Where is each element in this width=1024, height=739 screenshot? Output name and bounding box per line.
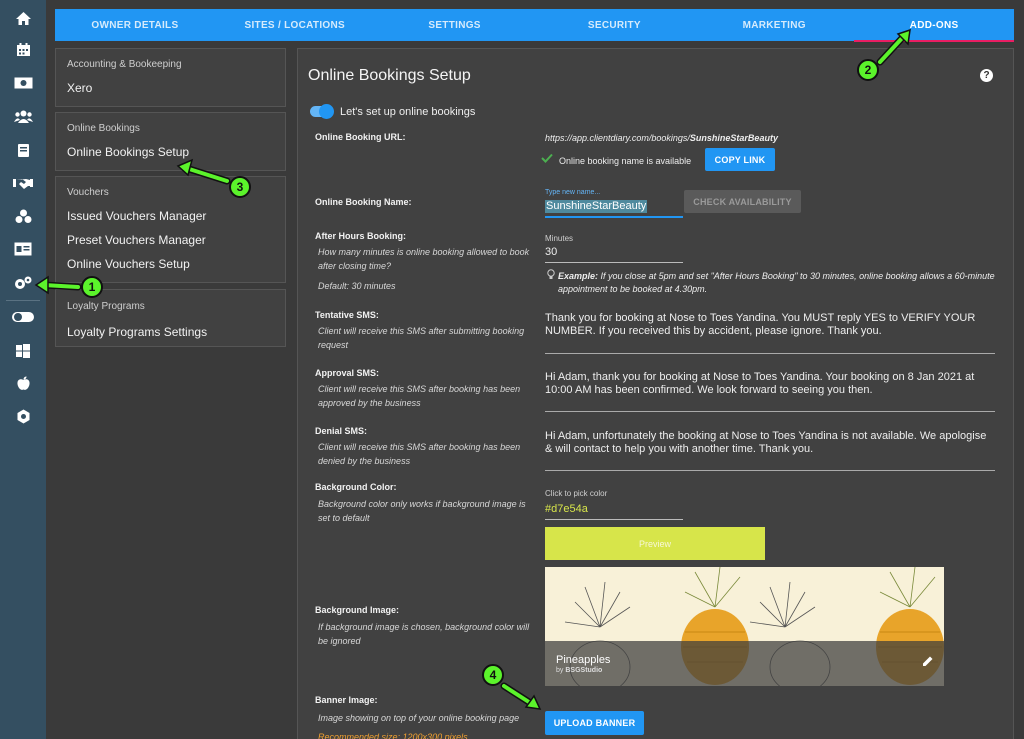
after-hours-label: After Hours Booking:: [315, 231, 406, 241]
tab-owner-details[interactable]: OWNER DETAILS: [55, 9, 215, 41]
online-bookings-toggle[interactable]: [310, 104, 334, 119]
boxes-icon[interactable]: [0, 201, 46, 231]
background-image-thumbnail[interactable]: Pineapples by BSGStudio: [545, 567, 944, 686]
booking-name-placeholder: Type new name...: [545, 189, 601, 196]
online-bookings-header: Online Bookings: [67, 123, 140, 134]
calendar-icon[interactable]: [0, 34, 46, 64]
color-underline: [545, 519, 683, 520]
tab-security[interactable]: SECURITY: [534, 9, 694, 41]
windows-icon[interactable]: [0, 336, 46, 366]
annotation-marker-3: 3: [229, 176, 251, 198]
accounting-header: Accounting & Bookeeping: [67, 59, 182, 70]
top-tab-bar: OWNER DETAILS SITES / LOCATIONS SETTINGS…: [55, 9, 1014, 42]
after-hours-description: How many minutes is online booking allow…: [318, 247, 530, 271]
toggle-icon[interactable]: [0, 302, 46, 332]
banner-recommended-size: Recommended size: 1200x300 pixels: [318, 732, 468, 739]
sidebar-item-preset-vouchers[interactable]: Preset Vouchers Manager: [56, 228, 285, 252]
tentative-sms-underline: [545, 353, 995, 354]
image-caption: Pineapples by BSGStudio: [545, 641, 944, 686]
background-color-description: Background color only works if backgroun…: [318, 499, 526, 523]
copy-link-button[interactable]: COPY LINK: [705, 148, 775, 171]
image-author: BSGStudio: [565, 667, 603, 674]
upload-banner-button[interactable]: UPLOAD BANNER: [545, 711, 644, 735]
approval-sms-description: Client will receive this SMS after booki…: [318, 384, 521, 408]
denial-sms-input[interactable]: Hi Adam, unfortunately the booking at No…: [545, 430, 995, 456]
approval-sms-underline: [545, 411, 995, 412]
sidebar-item-loyalty-settings[interactable]: Loyalty Programs Settings: [56, 320, 285, 344]
image-title: Pineapples: [556, 654, 611, 666]
minutes-underline: [545, 262, 683, 263]
banner-image-description: Image showing on top of your online book…: [318, 713, 520, 723]
sidebar-item-online-bookings-setup[interactable]: Online Bookings Setup: [56, 140, 285, 164]
toggle-label: Let's set up online bookings: [340, 106, 476, 118]
background-color-label: Background Color:: [315, 482, 397, 492]
background-image-description: If background image is chosen, backgroun…: [318, 622, 530, 646]
check-availability-button[interactable]: CHECK AVAILABILITY: [684, 190, 801, 213]
tab-settings[interactable]: SETTINGS: [375, 9, 535, 41]
annotation-marker-1: 1: [81, 276, 103, 298]
example-label: Example:: [558, 271, 599, 281]
gears-icon[interactable]: [0, 268, 46, 298]
settings-icon[interactable]: [0, 401, 46, 431]
tentative-sms-input[interactable]: Thank you for booking at Nose to Toes Ya…: [545, 312, 995, 338]
lightbulb-icon: [547, 269, 555, 279]
minutes-label: Minutes: [545, 234, 574, 243]
icon-rail: [0, 0, 46, 739]
online-bookings-card: Online Bookings Online Bookings Setup: [55, 112, 286, 171]
check-icon: [541, 153, 553, 163]
after-hours-example: Example: If you close at 5pm and set "Af…: [558, 270, 995, 296]
page-title: Online Bookings Setup: [308, 67, 471, 84]
preview-button[interactable]: Preview: [545, 527, 765, 560]
app-window: OWNER DETAILS SITES / LOCATIONS SETTINGS…: [0, 0, 1024, 739]
annotation-marker-2: 2: [857, 59, 879, 81]
tentative-sms-description: Client will receive this SMS after submi…: [318, 326, 525, 350]
book-icon[interactable]: [0, 135, 46, 165]
example-text: If you close at 5pm and set "After Hours…: [558, 271, 995, 294]
url-label: Online Booking URL:: [315, 132, 406, 142]
handshake-icon[interactable]: [0, 168, 46, 198]
sidebar-item-xero[interactable]: Xero: [56, 76, 285, 100]
rail-divider: [6, 300, 40, 301]
denial-sms-underline: [545, 470, 995, 471]
url-name: SunshineStarBeauty: [689, 133, 778, 143]
id-card-icon[interactable]: [0, 234, 46, 264]
vouchers-card: Vouchers Issued Vouchers Manager Preset …: [55, 176, 286, 283]
tab-sites-locations[interactable]: SITES / LOCATIONS: [215, 9, 375, 41]
help-icon[interactable]: ?: [980, 69, 993, 82]
color-input[interactable]: #d7e54a: [545, 503, 588, 516]
tab-add-ons[interactable]: ADD-ONS: [854, 9, 1014, 42]
image-credit: by BSGStudio: [556, 667, 602, 674]
booking-name-underline: [545, 216, 683, 218]
sidebar-item-online-vouchers-setup[interactable]: Online Vouchers Setup: [56, 252, 285, 276]
image-credit-by: by: [556, 667, 564, 674]
approval-sms-label: Approval SMS:: [315, 368, 380, 378]
denial-sms-label: Denial SMS:: [315, 426, 368, 436]
tentative-sms-label: Tentative SMS:: [315, 310, 379, 320]
accounting-card: Accounting & Bookeeping Xero: [55, 48, 286, 107]
after-hours-default: Default: 30 minutes: [318, 281, 396, 291]
pick-color-label: Click to pick color: [545, 489, 608, 498]
home-icon[interactable]: [0, 3, 46, 33]
booking-url[interactable]: https://app.clientdiary.com/bookings/Sun…: [545, 132, 778, 145]
vouchers-header: Vouchers: [67, 187, 109, 198]
booking-name-input[interactable]: SunshineStarBeauty: [545, 200, 648, 213]
minutes-input[interactable]: 30: [545, 246, 557, 259]
online-bookings-panel: Online Bookings Setup ? Let's set up onl…: [297, 48, 1014, 739]
edit-pencil-icon[interactable]: [922, 655, 934, 667]
cash-icon[interactable]: [0, 68, 46, 98]
banner-image-label: Banner Image:: [315, 695, 378, 705]
users-icon[interactable]: [0, 101, 46, 131]
denial-sms-description: Client will receive this SMS after booki…: [318, 442, 521, 466]
tab-marketing[interactable]: MARKETING: [694, 9, 854, 41]
booking-name-label: Online Booking Name:: [315, 197, 412, 207]
url-prefix: https://app.clientdiary.com/bookings/: [545, 133, 690, 143]
apple-icon[interactable]: [0, 368, 46, 398]
annotation-marker-4: 4: [482, 664, 504, 686]
sidebar-item-issued-vouchers[interactable]: Issued Vouchers Manager: [56, 204, 285, 228]
availability-status: Online booking name is available: [559, 156, 692, 166]
background-image-label: Background Image:: [315, 605, 400, 615]
approval-sms-input[interactable]: Hi Adam, thank you for booking at Nose t…: [545, 371, 995, 397]
